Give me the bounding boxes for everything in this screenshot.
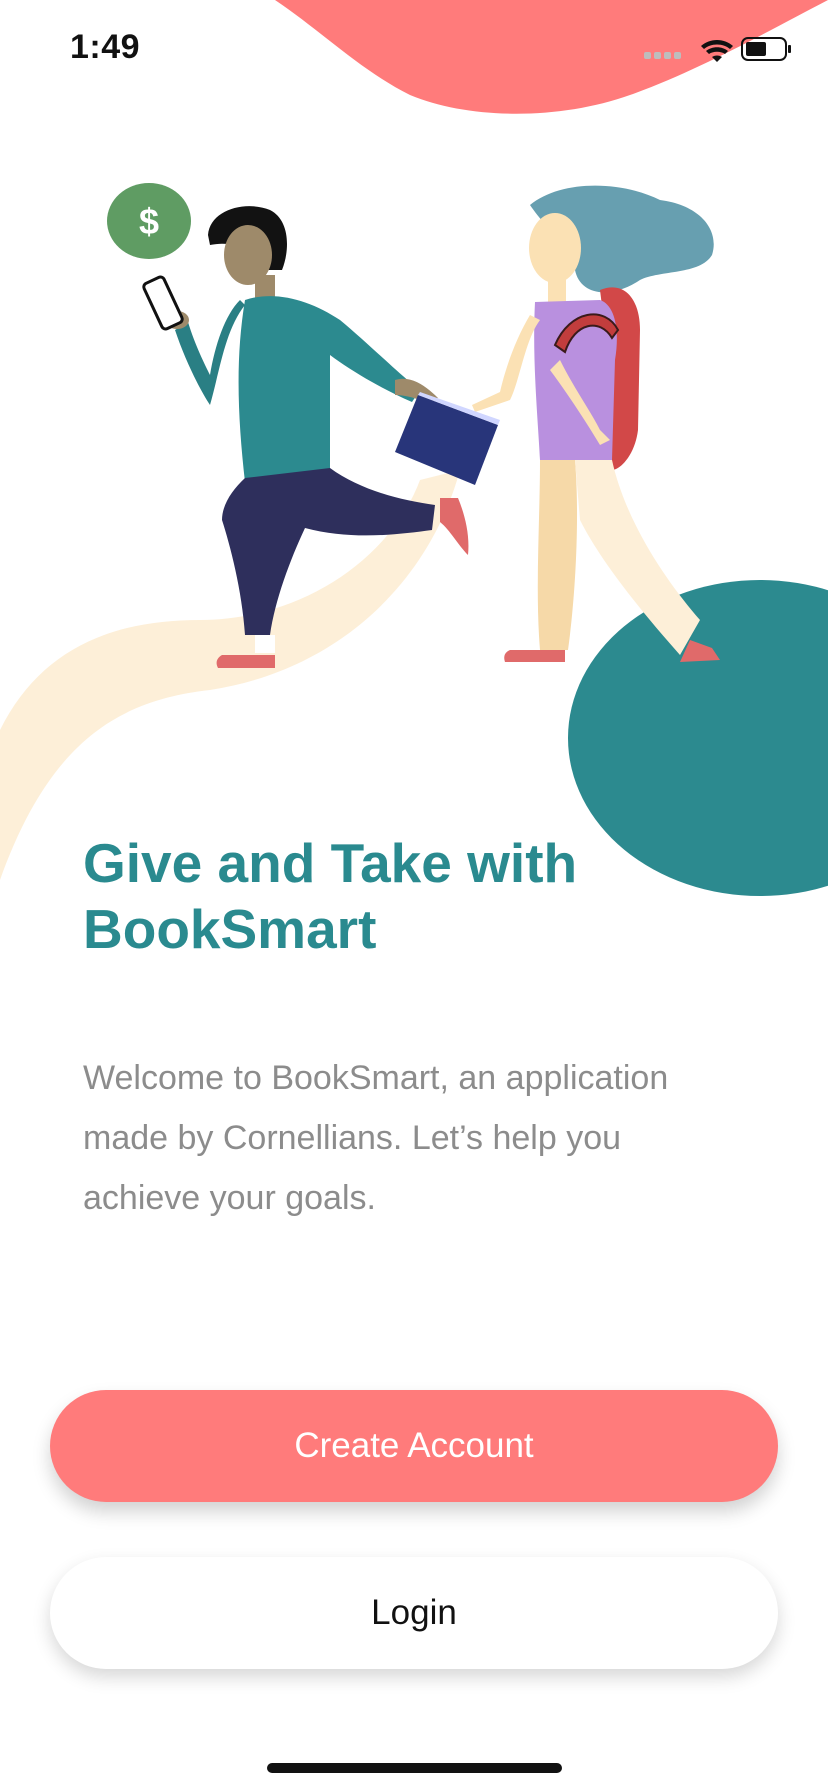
woman-figure — [472, 185, 720, 662]
home-indicator[interactable] — [267, 1763, 562, 1773]
welcome-screen: 1:49 $ Give and Take with BookSmart Welc… — [0, 0, 828, 1792]
welcome-description: Welcome to BookSmart, an application mad… — [83, 1059, 669, 1217]
login-button[interactable]: Login — [50, 1557, 778, 1669]
hero-illustration: $ — [107, 183, 720, 668]
page-title: Give and Take with BookSmart — [83, 832, 578, 960]
create-account-button[interactable]: Create Account — [50, 1390, 778, 1502]
phone-icon — [142, 275, 184, 331]
man-figure — [142, 206, 500, 668]
svg-text:$: $ — [139, 201, 159, 242]
dollar-coin-icon: $ — [107, 183, 191, 259]
